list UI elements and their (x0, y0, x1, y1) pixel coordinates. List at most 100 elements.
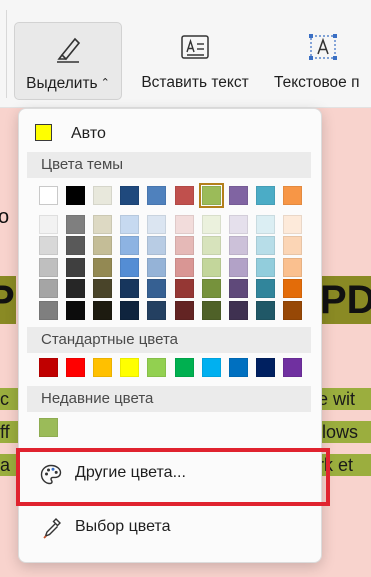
theme-colors-heading: Цвета темы (27, 152, 311, 178)
color-swatch[interactable] (93, 257, 113, 277)
color-swatch[interactable] (39, 300, 58, 320)
color-swatch[interactable] (147, 236, 167, 256)
color-swatch[interactable] (147, 300, 167, 320)
color-swatch[interactable] (174, 257, 194, 277)
color-swatch[interactable] (39, 418, 58, 437)
color-swatch[interactable] (255, 257, 275, 277)
ribbon-separator (6, 10, 7, 98)
color-swatch[interactable] (93, 279, 113, 299)
color-swatch[interactable] (93, 358, 113, 377)
color-swatch[interactable] (282, 236, 302, 256)
insert-text-label: Вставить текст (141, 74, 249, 91)
color-swatch[interactable] (120, 215, 140, 234)
color-swatch[interactable] (201, 279, 221, 299)
auto-color-swatch (35, 124, 52, 141)
color-swatch[interactable] (66, 186, 86, 205)
color-swatch[interactable] (282, 358, 302, 377)
highlight-button[interactable]: Выделить ⌃ (14, 22, 122, 100)
highlighter-icon (57, 37, 81, 63)
eyedropper-icon (43, 518, 61, 539)
standard-colors-row (31, 356, 307, 380)
highlighted-line-fragment: e wit (318, 388, 371, 410)
insert-text-button[interactable]: Вставить текст (134, 22, 256, 100)
color-swatch[interactable] (174, 236, 194, 256)
color-swatch[interactable] (282, 279, 302, 299)
ribbon: Выделить ⌃ Вставить текст Текстовое п (0, 0, 371, 108)
color-swatch[interactable] (39, 186, 58, 205)
color-swatch[interactable] (120, 300, 140, 320)
color-swatch[interactable] (201, 236, 221, 256)
color-swatch[interactable] (228, 215, 248, 234)
pick-color-option[interactable]: Выбор цвета (27, 511, 311, 545)
color-swatch[interactable] (174, 215, 194, 234)
color-swatch[interactable] (39, 358, 58, 377)
color-swatch[interactable] (228, 186, 248, 205)
pick-color-label: Выбор цвета (75, 518, 171, 535)
color-swatch[interactable] (66, 257, 86, 277)
color-swatch[interactable] (39, 257, 58, 277)
color-swatch[interactable] (282, 186, 302, 205)
color-swatch[interactable] (147, 257, 167, 277)
color-swatch[interactable] (93, 236, 113, 256)
color-swatch[interactable] (66, 215, 86, 234)
recent-colors-row (31, 416, 71, 440)
color-swatch[interactable] (147, 215, 167, 234)
color-swatch[interactable] (120, 236, 140, 256)
color-swatch[interactable] (228, 300, 248, 320)
highlighted-line-fragment: c (0, 388, 18, 410)
color-swatch[interactable] (147, 279, 167, 299)
color-swatch[interactable] (93, 300, 113, 320)
color-swatch[interactable] (39, 236, 58, 256)
color-swatch[interactable] (120, 358, 140, 377)
theme-colors-grid (31, 182, 307, 322)
recent-colors-heading: Недавние цвета (27, 386, 311, 412)
document-text-fragment: o (0, 206, 10, 228)
color-swatch[interactable] (120, 257, 140, 277)
color-swatch[interactable] (39, 215, 58, 234)
color-swatch[interactable] (228, 257, 248, 277)
auto-color-label: Авто (71, 125, 106, 142)
color-swatch[interactable] (201, 257, 221, 277)
color-swatch[interactable] (255, 358, 275, 377)
text-box-icon (309, 34, 337, 60)
color-swatch[interactable] (120, 279, 140, 299)
text-box-label: Текстовое п (274, 74, 360, 91)
color-swatch[interactable] (66, 279, 86, 299)
color-swatch[interactable] (282, 257, 302, 277)
color-swatch[interactable] (228, 279, 248, 299)
color-swatch[interactable] (147, 186, 167, 205)
color-swatch[interactable] (228, 358, 248, 377)
color-swatch[interactable] (174, 358, 194, 377)
color-swatch[interactable] (255, 236, 275, 256)
color-swatch[interactable] (93, 186, 113, 205)
focus-highlight-box (16, 448, 330, 506)
color-swatch[interactable] (66, 358, 86, 377)
color-swatch[interactable] (201, 215, 221, 234)
color-swatch[interactable] (147, 358, 167, 377)
highlighted-line-fragment: llows (318, 421, 371, 443)
text-box-button[interactable]: Текстовое п (268, 22, 371, 100)
insert-text-icon (181, 35, 209, 59)
highlighted-line-fragment: ff (0, 421, 18, 443)
color-swatch[interactable] (66, 300, 86, 320)
color-swatch[interactable] (198, 183, 224, 208)
color-swatch[interactable] (201, 358, 221, 377)
color-swatch[interactable] (201, 300, 221, 320)
color-swatch[interactable] (120, 186, 140, 205)
color-swatch[interactable] (282, 300, 302, 320)
color-swatch[interactable] (174, 300, 194, 320)
color-swatch[interactable] (66, 236, 86, 256)
color-swatch[interactable] (255, 279, 275, 299)
color-swatch[interactable] (174, 279, 194, 299)
standard-colors-heading: Стандартные цвета (27, 327, 311, 353)
auto-color-option[interactable]: Авто (35, 123, 275, 145)
color-swatch[interactable] (93, 215, 113, 234)
color-swatch[interactable] (39, 279, 58, 299)
document-heading-fragment-left: P (0, 276, 16, 324)
color-swatch[interactable] (255, 215, 275, 234)
color-swatch[interactable] (174, 186, 194, 205)
color-swatch[interactable] (282, 215, 302, 234)
color-swatch[interactable] (255, 186, 275, 205)
color-swatch[interactable] (228, 236, 248, 256)
color-swatch[interactable] (255, 300, 275, 320)
